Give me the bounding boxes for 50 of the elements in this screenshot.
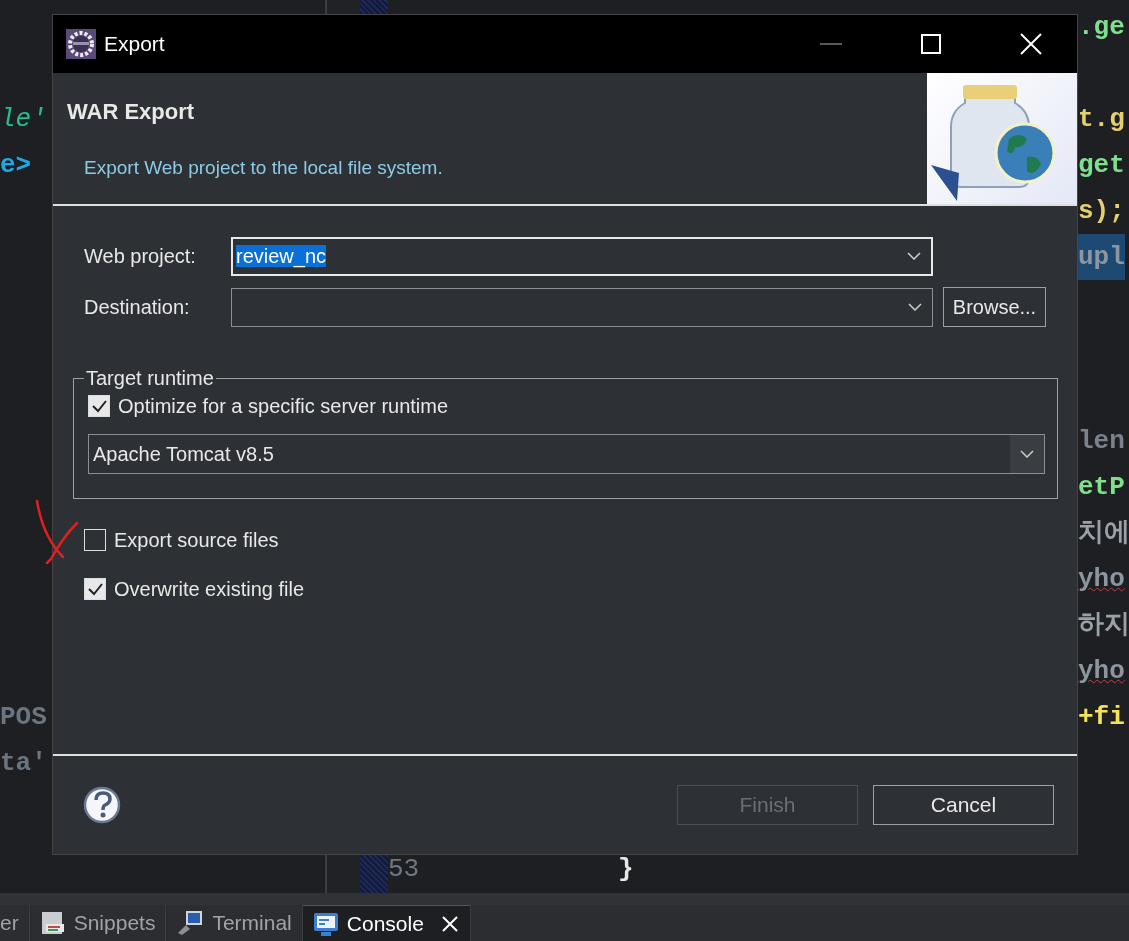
code-text: s); — [1078, 195, 1125, 228]
runtime-dropdown[interactable]: Apache Tomcat v8.5 — [88, 434, 1045, 474]
code-text: t.g — [1078, 103, 1125, 136]
snippets-icon — [39, 910, 66, 936]
view-tab[interactable]: Snippets — [29, 905, 167, 941]
console-icon — [312, 910, 339, 937]
field-label: Destination: — [84, 295, 191, 320]
maximize-icon — [921, 34, 941, 54]
terminal-icon — [176, 909, 205, 937]
code-text: 하지 — [1078, 609, 1129, 642]
checkbox[interactable] — [88, 395, 110, 417]
code-text: get — [1078, 149, 1125, 182]
combo-box[interactable] — [231, 287, 933, 327]
checkbox-label: Overwrite existing file — [114, 577, 305, 602]
window-title: Export — [104, 31, 165, 58]
code-text: .ge — [1078, 11, 1125, 44]
dropdown-icon — [907, 252, 921, 260]
code-text: POS — [0, 701, 47, 734]
app-icon — [66, 29, 96, 59]
dropdown-icon — [908, 303, 922, 311]
browse-button[interactable]: Browse... — [943, 287, 1046, 327]
code-text: ta' — [0, 747, 47, 780]
view-tab[interactable]: er — [0, 905, 30, 941]
line-number: 53 — [388, 853, 421, 878]
help-icon — [83, 786, 121, 824]
close-icon[interactable] — [439, 913, 460, 934]
checkbox[interactable] — [84, 578, 106, 600]
close-icon — [1020, 33, 1042, 55]
code-text: yho — [1078, 563, 1125, 596]
code-text: e> — [0, 149, 32, 182]
code-text: etP — [1078, 471, 1125, 504]
minimize-icon — [820, 43, 842, 45]
code-text: yho — [1078, 655, 1125, 688]
cancel-button[interactable]: Cancel — [873, 785, 1054, 825]
field-label: Web project: — [84, 244, 197, 269]
code-text: 치에 — [1078, 517, 1129, 550]
group-title: Target runtime — [85, 366, 215, 391]
checkbox-label: Export source files — [114, 528, 279, 553]
view-tab[interactable]: Console — [302, 905, 471, 941]
view-tab[interactable]: Terminal — [166, 905, 303, 941]
code-text: +fi — [1078, 701, 1125, 734]
checkbox[interactable] — [84, 529, 106, 551]
code-text: le' — [0, 103, 47, 136]
code-text: upl — [1078, 242, 1125, 272]
page-title: WAR Export — [67, 98, 196, 126]
combo-box[interactable]: review_nc — [231, 236, 933, 276]
checkbox-label: Optimize for a specific server runtime — [118, 394, 449, 419]
dropdown-icon — [1020, 450, 1034, 458]
code-text: len — [1078, 425, 1125, 458]
page-description: Export Web project to the local file system. — [84, 156, 444, 180]
